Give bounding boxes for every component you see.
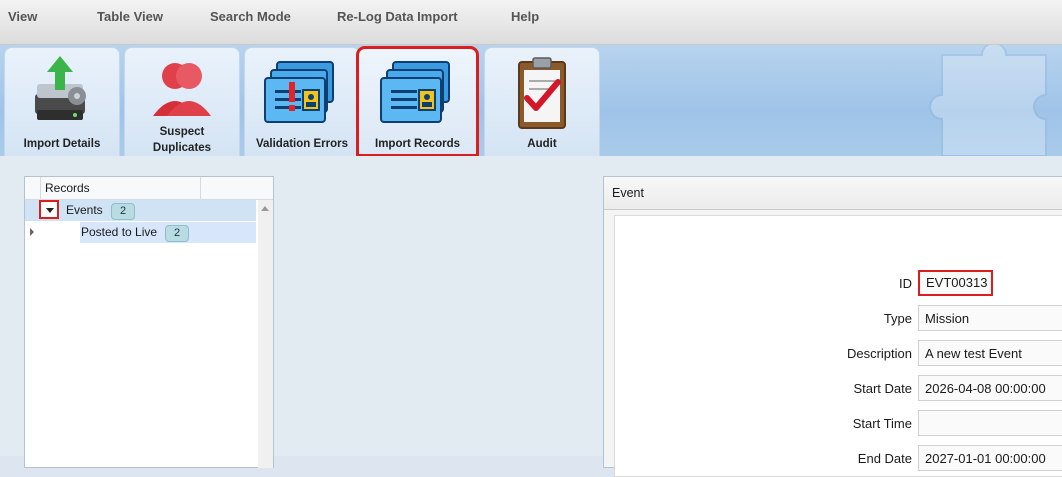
tab-label: Audit <box>527 138 557 150</box>
start-date-field[interactable]: 2026-04-08 00:00:00 <box>918 375 1062 401</box>
tree-header: Records <box>25 177 273 200</box>
field-label-id: ID <box>899 276 912 291</box>
tab-label-line1: Suspect <box>159 126 205 138</box>
expand-toggle-icon[interactable] <box>39 200 59 219</box>
tab-audit[interactable]: Audit <box>484 47 600 156</box>
description-field[interactable]: A new test Event <box>918 340 1062 366</box>
tab-label: Validation Errors <box>255 138 349 150</box>
tree-scrollbar[interactable] <box>258 200 273 468</box>
tree-row-events[interactable]: Events 2 <box>25 200 256 221</box>
event-panel: Event ID EVT00313 Type Mission Descripti… <box>603 176 1062 477</box>
menu-help[interactable]: Help <box>511 9 539 24</box>
menu-bar: View Table View Search Mode Re-Log Data … <box>0 0 1062 45</box>
tree-header-records[interactable]: Records <box>41 177 201 199</box>
tree-row-posted-to-live[interactable]: Posted to Live 2 <box>25 222 256 243</box>
scroll-up-arrow-icon[interactable] <box>261 206 269 211</box>
folder-error-icon <box>264 61 334 123</box>
server-upload-icon <box>35 56 86 120</box>
content-area: Records Events 2 Posted to Live 2 Event … <box>0 156 1062 477</box>
field-label-end-date: End Date <box>857 451 912 466</box>
puzzle-watermark-icon <box>929 45 1047 156</box>
clipboard-check-icon <box>518 57 566 129</box>
tree-header-gutter <box>25 177 41 199</box>
field-label-start-time: Start Time <box>852 416 912 431</box>
type-field[interactable]: Mission <box>918 305 1062 331</box>
count-badge: 2 <box>165 225 189 242</box>
ribbon: Import Details Suspect Duplicates Valida… <box>0 45 1062 156</box>
field-label-type: Type <box>883 311 912 326</box>
count-badge: 2 <box>111 203 135 220</box>
event-form: ID EVT00313 Type Mission Description A n… <box>614 215 1062 477</box>
tab-label-line2: Duplicates <box>152 142 212 154</box>
folder-records-icon <box>379 61 450 123</box>
start-time-field[interactable] <box>918 410 1062 436</box>
id-field[interactable]: EVT00313 <box>918 270 993 296</box>
menu-search-mode[interactable]: Search Mode <box>210 9 291 24</box>
tab-validation-errors[interactable]: Validation Errors <box>244 47 360 156</box>
end-date-field[interactable]: 2027-01-01 00:00:00 <box>918 445 1062 471</box>
field-label-description: Description <box>846 346 912 361</box>
tab-label: Import Details <box>23 138 101 150</box>
tab-suspect-duplicates[interactable]: Suspect Duplicates <box>124 47 240 156</box>
records-tree: Records Events 2 Posted to Live 2 <box>24 176 274 468</box>
row-expand-arrow-icon[interactable] <box>30 228 34 236</box>
tab-import-records[interactable]: Import Records <box>356 46 479 156</box>
menu-table-view[interactable]: Table View <box>97 9 163 24</box>
event-panel-title: Event <box>604 177 1062 210</box>
menu-view[interactable]: View <box>8 9 37 24</box>
tree-row-label: Events <box>66 203 103 217</box>
tab-import-details[interactable]: Import Details <box>4 47 120 156</box>
field-label-start-date: Start Date <box>853 381 912 396</box>
menu-relog-data-import[interactable]: Re-Log Data Import <box>337 9 458 24</box>
tab-label: Import Records <box>375 138 460 150</box>
duplicate-people-icon <box>153 63 211 116</box>
tree-row-label: Posted to Live <box>81 225 158 239</box>
